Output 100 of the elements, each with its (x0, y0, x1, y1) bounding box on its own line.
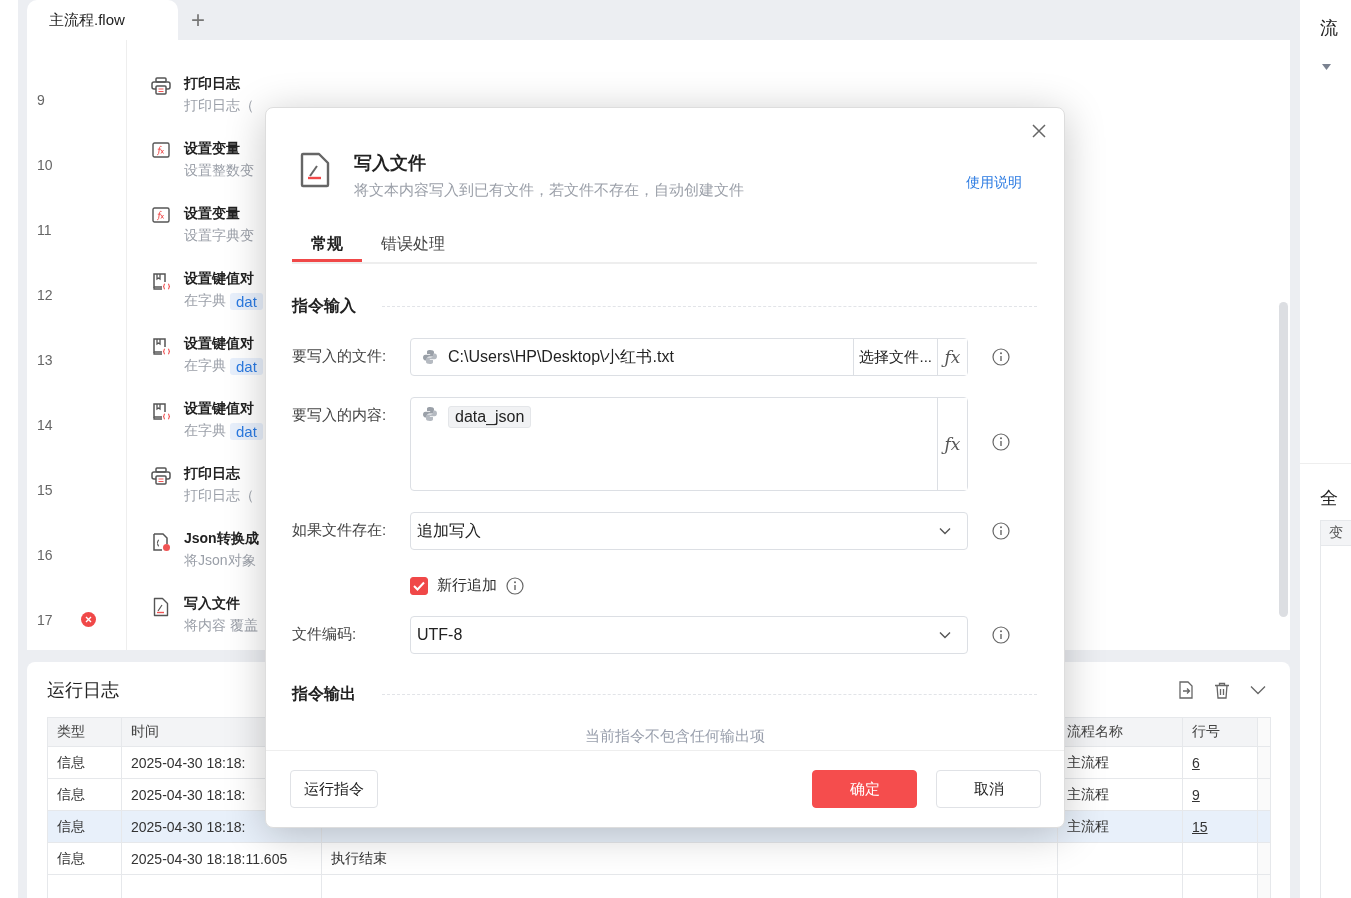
info-icon[interactable] (992, 626, 1010, 644)
function-icon (152, 142, 170, 158)
line-number: 11 (37, 221, 52, 238)
json-file-icon (151, 532, 171, 552)
cancel-button[interactable]: 取消 (936, 770, 1041, 808)
table-cell: 6 (1192, 754, 1200, 771)
field-label: 如果文件存在: (292, 520, 388, 540)
trash-icon[interactable] (1214, 681, 1230, 699)
column-header: 变 (1320, 520, 1351, 546)
python-icon (422, 349, 438, 365)
variable-chip: dat (230, 422, 263, 440)
chevron-down-icon[interactable] (1250, 685, 1266, 695)
scrollbar[interactable] (1279, 302, 1288, 617)
line-number: 10 (37, 156, 53, 173)
info-icon[interactable] (992, 522, 1010, 540)
printer-icon (151, 77, 171, 95)
table-cell: 15 (1192, 818, 1208, 835)
line-number: 14 (37, 416, 53, 433)
table-cell: 主流程 (1067, 753, 1109, 770)
line-number: 17 (37, 611, 53, 628)
info-icon[interactable] (506, 576, 524, 595)
step-description: 打印日志（ (184, 487, 254, 505)
step-title[interactable]: 打印日志 (184, 75, 254, 93)
table-cell: 信息 (57, 817, 85, 834)
table-cell: 信息 (57, 849, 85, 866)
content-field[interactable]: data_json ƒx (410, 397, 968, 491)
line-number: 9 (37, 91, 45, 108)
field-label: 要写入的文件: (292, 346, 388, 366)
function-icon (152, 207, 170, 223)
field-label: 文件编码: (292, 624, 358, 644)
section-title: 指令输出 (292, 684, 356, 704)
chevron-down-icon (939, 631, 951, 639)
file-icon (153, 597, 169, 617)
book-icon (151, 337, 171, 357)
field-label: 要写入的内容: (292, 405, 388, 425)
step-title[interactable]: 设置键值对 (184, 400, 263, 418)
empty-message: 当前指令不包含任何输出项 (583, 727, 766, 746)
file-icon (300, 152, 330, 188)
panel-title: 运行日志 (47, 679, 119, 702)
formula-button[interactable]: ƒx (937, 339, 967, 375)
step-description: 将Json对象 (184, 552, 256, 570)
column-header: 类型 (47, 717, 122, 747)
step-description: 设置字典变 (184, 227, 254, 245)
step-title[interactable]: 设置键值对 (184, 270, 263, 288)
variable-chip: data_json (448, 406, 532, 428)
panel-title: 流 (1320, 17, 1339, 40)
dialog-tab[interactable]: 常规 (292, 228, 362, 262)
book-icon (151, 402, 171, 422)
caret-down-icon[interactable] (1322, 64, 1331, 71)
formula-button[interactable]: ƒx (937, 398, 967, 490)
table-cell: 执行结束 (331, 849, 387, 866)
variable-chip: dat (230, 292, 263, 310)
table-cell: 信息 (57, 753, 85, 770)
dropdown[interactable]: 追加写入 (410, 512, 968, 550)
step-title[interactable]: 打印日志 (184, 465, 254, 483)
dialog-title: 写入文件 (354, 152, 427, 175)
step-description: 设置整数变 (184, 162, 254, 180)
dialog-tab[interactable]: 错误处理 (362, 228, 445, 262)
section-title: 指令输入 (292, 296, 356, 316)
step-description: 在字典 (184, 357, 226, 375)
field-value: C:\Users\HP\Desktop\小红书.txt (448, 346, 674, 367)
checkbox-label: 新行追加 (437, 576, 497, 595)
step-title[interactable]: 设置变量 (184, 205, 254, 223)
info-icon[interactable] (992, 433, 1010, 451)
info-icon[interactable] (992, 348, 1010, 366)
line-number: 13 (37, 351, 53, 368)
table-cell: 主流程 (1067, 785, 1109, 802)
table-cell: 2025-04-30 18:18: (131, 754, 246, 771)
table-cell: 9 (1192, 786, 1200, 803)
table-cell: 2025-04-30 18:18: (131, 786, 246, 803)
python-icon (422, 406, 438, 422)
table-cell: 2025-04-30 18:18:11.605 (131, 850, 288, 867)
printer-icon (151, 467, 171, 485)
column-header: 行号 (1182, 717, 1258, 747)
add-tab-button[interactable]: + (178, 0, 218, 40)
checkbox[interactable] (410, 576, 428, 595)
step-title[interactable]: 设置变量 (184, 140, 254, 158)
file-tab[interactable]: 主流程.flow (27, 0, 178, 40)
step-description: 打印日志（ (184, 97, 254, 115)
dialog-subtitle: 将文本内容写入到已有文件，若文件不存在，自动创建文件 (354, 181, 744, 200)
variable-chip: dat (230, 357, 263, 375)
table-cell: 2025-04-30 18:18: (131, 818, 246, 835)
table-cell: 信息 (57, 785, 85, 802)
step-title[interactable]: 设置键值对 (184, 335, 263, 353)
help-link[interactable]: 使用说明 (966, 174, 1022, 192)
step-description: 在字典 (184, 292, 226, 310)
section-title: 全 (1320, 487, 1339, 510)
chevron-down-icon (939, 527, 951, 535)
run-button[interactable]: 运行指令 (290, 770, 378, 808)
table-cell: 主流程 (1067, 817, 1109, 834)
step-title[interactable]: Json转换成 (184, 530, 259, 548)
file-path-field[interactable]: C:\Users\HP\Desktop\小红书.txt 选择文件... ƒx (410, 338, 968, 376)
step-title[interactable]: 写入文件 (184, 595, 258, 613)
dropdown[interactable]: UTF-8 (410, 616, 968, 654)
book-icon (151, 272, 171, 292)
step-description: 将内容 覆盖 (184, 617, 258, 635)
line-number: 16 (37, 546, 53, 563)
line-number: 15 (37, 481, 53, 498)
line-number: 12 (37, 286, 53, 303)
export-icon[interactable] (1178, 681, 1194, 699)
